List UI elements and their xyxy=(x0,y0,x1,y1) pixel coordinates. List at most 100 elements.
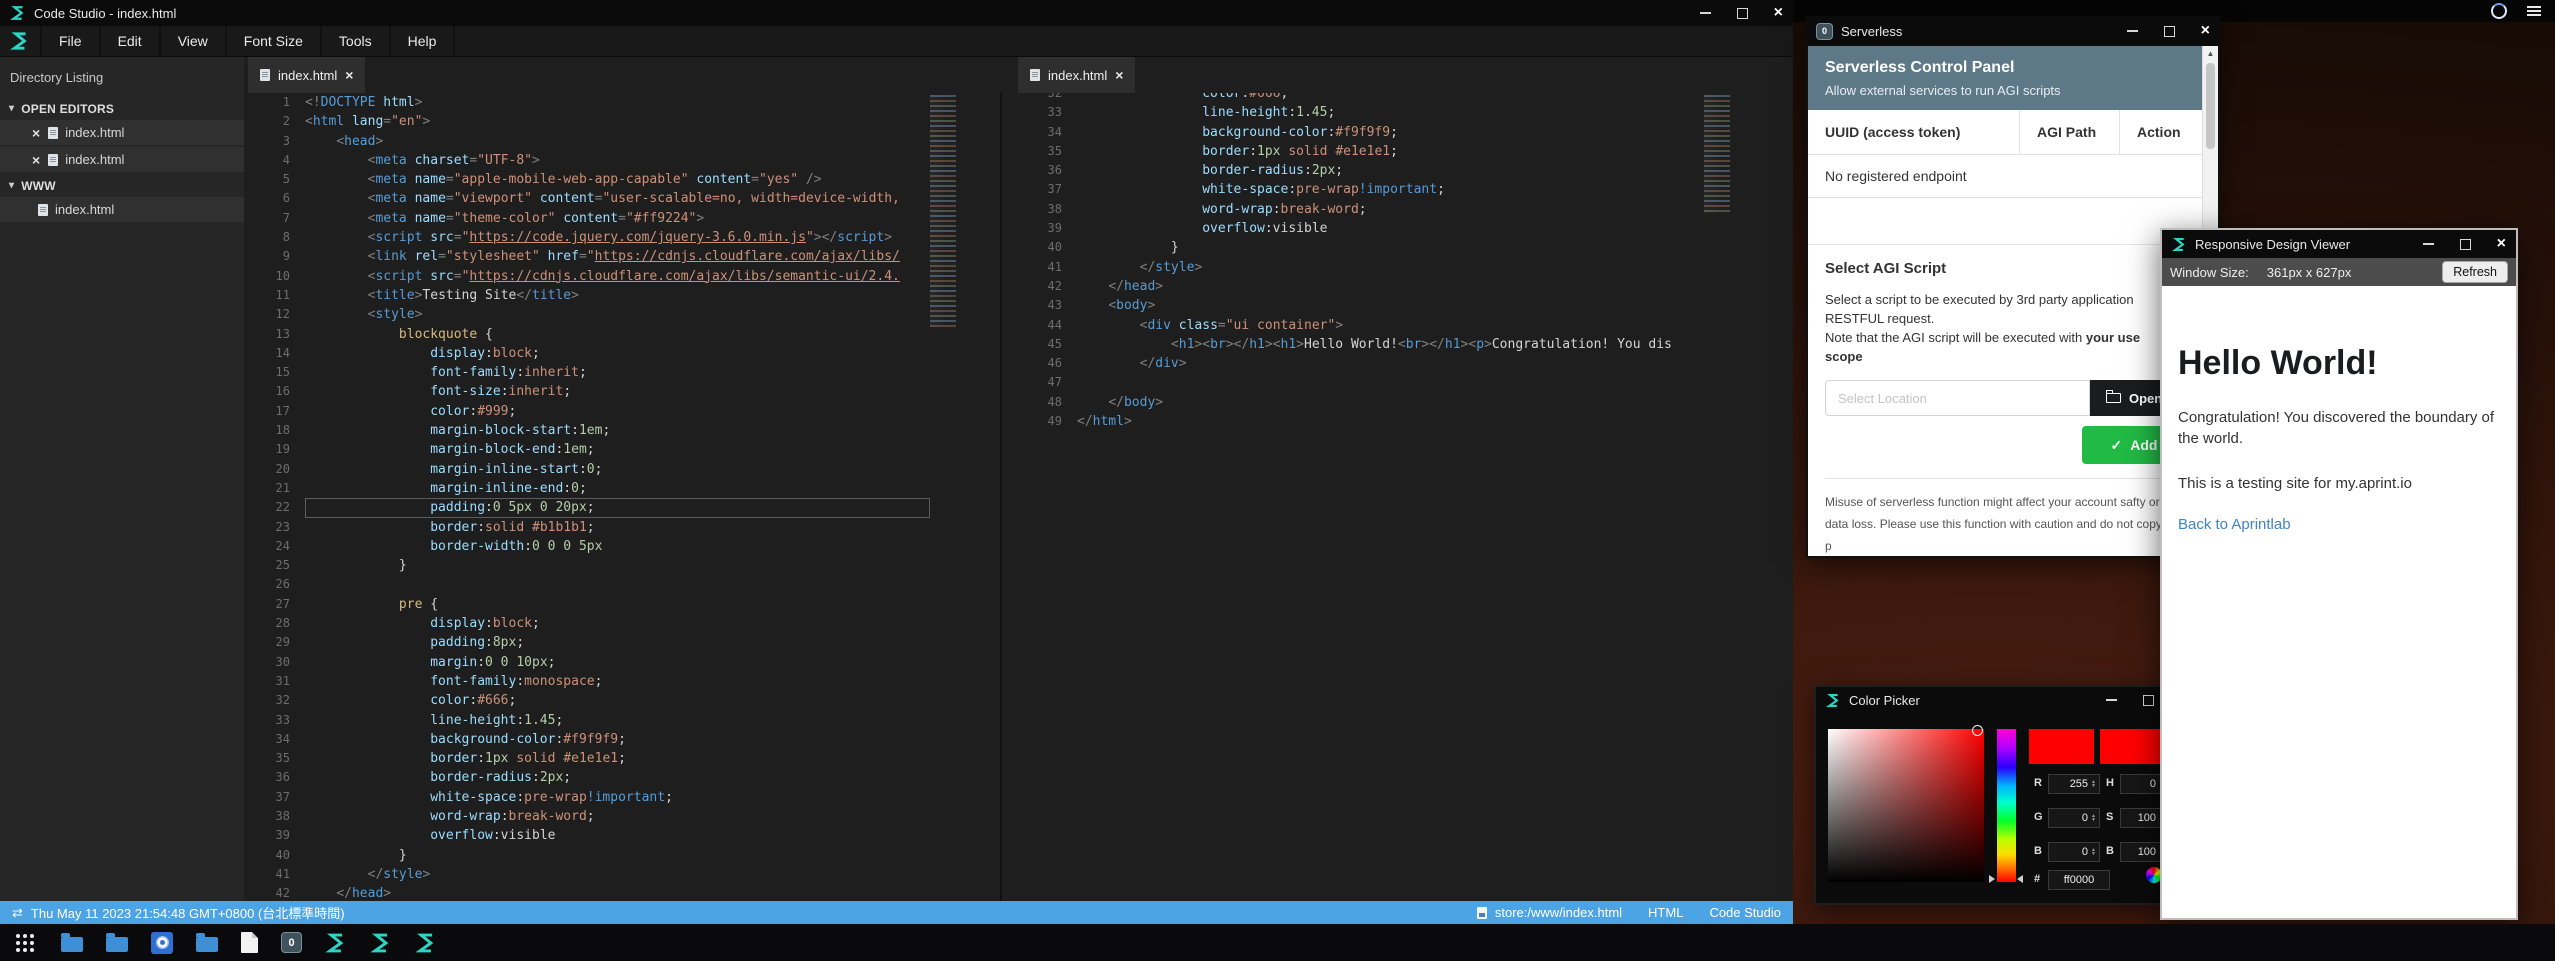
page-heading: Hello World! xyxy=(2178,344,2500,383)
h-label: H xyxy=(2106,777,2114,789)
sidebar-section-www[interactable]: ▾ WWW xyxy=(0,174,244,197)
code-line: 12 <style> xyxy=(244,305,930,324)
status-bar: ⇄ Thu May 11 2023 21:54:48 GMT+0800 (台北標… xyxy=(0,901,1793,924)
page-paragraph-1: Congratulation! You discovered the bound… xyxy=(2178,407,2500,449)
refresh-button[interactable]: Refresh xyxy=(2442,261,2508,283)
scrollbar-thumb[interactable] xyxy=(2206,63,2215,149)
tab-index-html-right[interactable]: index.html × xyxy=(1018,57,1135,93)
menu-edit[interactable]: Edit xyxy=(101,26,161,56)
code-line: 35 border:1px solid #e1e1e1; xyxy=(1002,142,1702,161)
folder-icon[interactable] xyxy=(196,937,218,952)
code-area[interactable]: 32 color:#666;33 line-height:1.45;34 bac… xyxy=(1002,93,1702,431)
maximize-icon[interactable] xyxy=(2164,26,2175,37)
code-line: 1<!DOCTYPE html> xyxy=(244,93,930,112)
minimize-icon[interactable] xyxy=(2423,243,2434,245)
status-language[interactable]: HTML xyxy=(1648,905,1683,920)
sidebar-section-open-editors[interactable]: ▾ OPEN EDITORS xyxy=(0,97,244,120)
tab-index-html-left[interactable]: index.html × xyxy=(248,57,365,93)
code-studio-icon[interactable] xyxy=(370,932,392,954)
serverless-panel-header: Serverless Control Panel Allow external … xyxy=(1808,46,2203,110)
panel-title: Serverless Control Panel xyxy=(1825,59,2186,77)
minimize-icon[interactable] xyxy=(2127,30,2138,32)
menu-view[interactable]: View xyxy=(161,26,227,56)
status-file-path[interactable]: store:/www/index.html xyxy=(1495,905,1622,920)
code-studio-icon[interactable] xyxy=(325,932,347,954)
code-studio-icon[interactable] xyxy=(415,932,437,954)
menu-file[interactable]: File xyxy=(42,26,101,56)
code-area[interactable]: 1<!DOCTYPE html>2<html lang="en">3 <head… xyxy=(244,93,930,901)
close-icon[interactable]: × xyxy=(32,152,40,168)
saturation-gradient-square[interactable] xyxy=(1828,729,1984,882)
sidebar-item-www-index[interactable]: index.html xyxy=(0,197,244,222)
back-to-aprintlab-link[interactable]: Back to Aprintlab xyxy=(2178,516,2291,533)
editor-pane-right[interactable]: 32 color:#666;33 line-height:1.45;34 bac… xyxy=(1000,93,1793,901)
b-input[interactable]: 0▲▼ xyxy=(2048,842,2100,862)
minimize-icon[interactable] xyxy=(1700,12,1711,14)
sidebar-item-open-editor-2[interactable]: × index.html xyxy=(0,147,244,172)
maximize-icon[interactable] xyxy=(2143,695,2154,706)
window-size-value: 361px x 627px xyxy=(2267,265,2352,280)
scroll-up-icon[interactable]: ▲ xyxy=(2203,46,2218,61)
sidebar-item-open-editor-1[interactable]: × index.html xyxy=(0,120,244,145)
g-input[interactable]: 0▲▼ xyxy=(2048,808,2100,828)
taskbar: 0 xyxy=(0,924,2555,961)
code-line: 18 margin-block-start:1em; xyxy=(244,421,930,440)
column-uuid: UUID (access token) xyxy=(1808,110,2020,154)
color-picker-titlebar[interactable]: Color Picker xyxy=(1816,687,2164,713)
code-line: 46 </div> xyxy=(1002,354,1702,373)
folder-icon[interactable] xyxy=(61,937,83,952)
code-line: 17 color:#999; xyxy=(244,402,930,421)
code-line: 20 margin-inline-start:0; xyxy=(244,460,930,479)
folder-icon[interactable] xyxy=(106,937,128,952)
code-line: 38 word-wrap:break-word; xyxy=(244,807,930,826)
menu-help[interactable]: Help xyxy=(391,26,456,56)
table-empty-row: No registered endpoint xyxy=(1808,155,2203,198)
close-icon[interactable]: × xyxy=(2201,25,2210,37)
stepper-icon[interactable]: ▲▼ xyxy=(2091,780,2096,788)
hue-marker-left-icon[interactable] xyxy=(1989,875,1995,883)
previous-color-swatch xyxy=(2100,729,2162,764)
hex-input[interactable]: ff0000 xyxy=(2048,870,2110,890)
document-icon[interactable] xyxy=(241,932,258,953)
code-line: 33 line-height:1.45; xyxy=(244,711,930,730)
menu-font-size[interactable]: Font Size xyxy=(227,26,322,56)
close-icon[interactable]: × xyxy=(1774,7,1783,19)
code-line: 21 margin-inline-end:0; xyxy=(244,479,930,498)
hue-strip[interactable] xyxy=(1997,729,2016,882)
minimap[interactable] xyxy=(1704,95,1730,213)
editor-pane-left[interactable]: 1<!DOCTYPE html>2<html lang="en">3 <head… xyxy=(244,93,1000,901)
hue-marker-right-icon[interactable] xyxy=(2017,875,2023,883)
code-line: 9 <link rel="stylesheet" href="https://c… xyxy=(244,247,930,266)
close-icon[interactable]: × xyxy=(1115,67,1123,83)
stepper-icon[interactable]: ▲▼ xyxy=(2091,814,2096,822)
code-line: 49</html> xyxy=(1002,412,1702,431)
maximize-icon[interactable] xyxy=(2460,239,2471,250)
column-action: Action xyxy=(2120,110,2203,154)
serverless-window-title: Serverless xyxy=(1841,24,1902,39)
menu-icon[interactable] xyxy=(2527,6,2541,16)
close-icon[interactable]: × xyxy=(2497,238,2506,250)
status-datetime: Thu May 11 2023 21:54:48 GMT+0800 (台北標準時… xyxy=(31,903,345,922)
minimap[interactable] xyxy=(930,95,956,327)
select-location-input[interactable]: Select Location xyxy=(1825,380,2090,416)
close-icon[interactable]: × xyxy=(345,67,353,83)
restore-icon[interactable] xyxy=(1737,8,1748,19)
g-label: G xyxy=(2034,811,2043,823)
menu-tools[interactable]: Tools xyxy=(322,26,391,56)
main-titlebar[interactable]: Code Studio - index.html × xyxy=(0,0,1793,26)
serverless-titlebar[interactable]: 0 Serverless × xyxy=(1806,16,2220,46)
file-icon xyxy=(1477,907,1487,919)
r-input[interactable]: 255▲▼ xyxy=(2048,774,2100,794)
viewer-window-title: Responsive Design Viewer xyxy=(2195,237,2350,252)
minimize-icon[interactable] xyxy=(2106,699,2117,701)
color-marker[interactable] xyxy=(1972,725,1983,736)
stepper-icon[interactable]: ▲▼ xyxy=(2091,848,2096,856)
rendered-page: Hello World! Congratulation! You discove… xyxy=(2162,344,2516,534)
app-grid-icon[interactable] xyxy=(16,934,20,938)
viewer-titlebar[interactable]: Responsive Design Viewer × xyxy=(2162,230,2516,258)
close-icon[interactable]: × xyxy=(32,125,40,141)
s-label: S xyxy=(2106,811,2113,823)
script-description-line1: Select a script to be executed by 3rd pa… xyxy=(1825,290,2186,309)
serverless-icon[interactable]: 0 xyxy=(281,932,302,953)
media-player-icon[interactable] xyxy=(151,932,173,954)
